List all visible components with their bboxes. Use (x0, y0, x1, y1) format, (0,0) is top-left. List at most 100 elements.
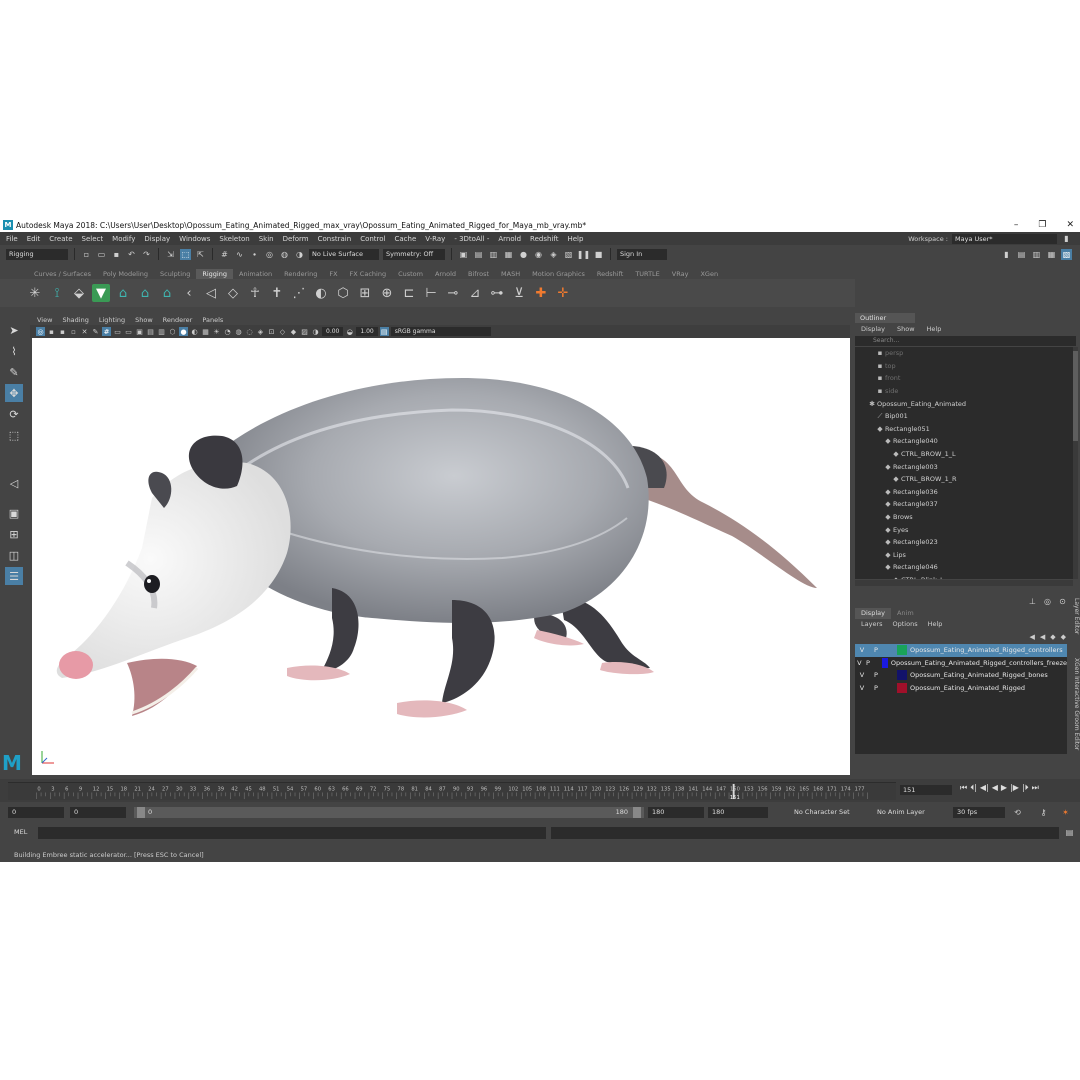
outliner-row[interactable]: ▪ side (855, 385, 1073, 398)
safe-action-icon[interactable]: ▥ (157, 327, 166, 336)
menu-deform[interactable]: Deform (283, 235, 309, 243)
select-object-icon[interactable]: ⬚ (180, 248, 191, 260)
quick-rig-icon[interactable]: ⬙ (70, 284, 88, 302)
layer-color-swatch[interactable] (897, 645, 907, 656)
layer-visibility-toggle[interactable]: V (855, 684, 869, 692)
lock-icon[interactable]: ▮ (1061, 233, 1072, 244)
menu-control[interactable]: Control (360, 235, 385, 243)
menu-constrain[interactable]: Constrain (318, 235, 352, 243)
play-backwards-icon[interactable]: ◀ (992, 783, 998, 793)
menu-arnold[interactable]: Arnold (498, 235, 521, 243)
shelf-tab-mash[interactable]: MASH (495, 269, 526, 279)
open-scene-icon[interactable]: ▭ (96, 249, 107, 260)
resolution-gate-icon[interactable]: ▭ (124, 327, 133, 336)
layer-color-swatch[interactable] (897, 682, 907, 693)
playback-end-field[interactable]: 180 (648, 807, 704, 818)
wireframe-icon[interactable]: ⬡ (168, 327, 177, 336)
snap-view-icon[interactable]: ◎ (264, 249, 275, 260)
ik-handle-icon[interactable]: ⟟ (48, 284, 66, 302)
isolate-select-icon[interactable]: ⊡ (267, 327, 276, 336)
play-forwards-icon[interactable]: ▶ (1001, 783, 1007, 793)
locator-icon[interactable]: ✚ (532, 284, 550, 302)
outliner-search[interactable]: Search... (855, 336, 1076, 346)
parent-constraint-icon[interactable]: ⊏ (400, 284, 418, 302)
animation-start-field[interactable]: 0 (8, 807, 64, 818)
outliner-row[interactable]: ▪ front (855, 372, 1073, 385)
layer-menu-layers[interactable]: Layers (861, 620, 883, 628)
stop-icon[interactable]: ■ (593, 249, 604, 260)
outliner-row[interactable]: ◆ Rectangle037 (855, 498, 1073, 511)
new-scene-icon[interactable]: ▫ (81, 249, 92, 260)
camera-attributes-icon[interactable]: ▪ (47, 327, 56, 336)
image-plane-icon[interactable]: ▫ (69, 327, 78, 336)
step-back-key-icon[interactable]: ⏴| (970, 783, 977, 793)
menu-create[interactable]: Create (49, 235, 72, 243)
shelf-tab-rigging[interactable]: Rigging (196, 269, 233, 279)
locator-offset-icon[interactable]: ✛ (554, 284, 572, 302)
snap-grid-icon[interactable]: # (219, 249, 230, 260)
current-frame-field[interactable]: 151 (900, 785, 952, 795)
shelf-tab-sculpting[interactable]: Sculpting (154, 269, 196, 279)
paint-select-icon[interactable]: ✎ (5, 363, 23, 381)
select-hierarchy-icon[interactable]: ⇲ (165, 249, 176, 260)
go-to-end-icon[interactable]: ⏭ (1032, 783, 1039, 793)
channel-box-icon[interactable]: ▤ (1016, 249, 1027, 260)
fps-dropdown[interactable]: 30 fps (953, 807, 1005, 818)
gate-mask-icon[interactable]: ▣ (135, 327, 144, 336)
aim-constraint-icon[interactable]: ⊶ (488, 284, 506, 302)
bind-skin-icon[interactable]: ⌂ (114, 284, 132, 302)
viewport-menu-lighting[interactable]: Lighting (99, 316, 125, 324)
undo-icon[interactable]: ↶ (126, 249, 137, 260)
outliner-layout-icon[interactable]: ☰ (5, 567, 23, 585)
side-tab-xgen[interactable]: XGen Interactive Groom Editor (1068, 658, 1080, 750)
outliner-toggle-icon[interactable]: ▧ (1061, 248, 1072, 260)
shelf-tab-animation[interactable]: Animation (233, 269, 278, 279)
joint-tool-icon[interactable]: ✳ (26, 284, 44, 302)
outliner-menu-display[interactable]: Display (861, 325, 885, 333)
layer-color-swatch[interactable] (897, 670, 907, 681)
blend-shape-icon[interactable]: ◐ (312, 284, 330, 302)
symmetry-dropdown[interactable]: Symmetry: Off (383, 248, 445, 260)
viewport-menu-panels[interactable]: Panels (202, 316, 223, 324)
rotate-tool-icon[interactable]: ⟳ (5, 405, 23, 423)
gamma-field[interactable]: 1.00 (356, 327, 378, 336)
new-layer-icon[interactable]: ◆ (1050, 633, 1055, 641)
menu-help[interactable]: Help (567, 235, 583, 243)
layer-row[interactable]: V P Opossum_Eating_Animated_Rigged_bones (855, 669, 1067, 682)
two-d-pan-icon[interactable]: ✕ (80, 327, 89, 336)
hypershade-icon[interactable]: ● (518, 249, 529, 260)
menu-redshift[interactable]: Redshift (530, 235, 558, 243)
xray-icon[interactable]: ◇ (278, 327, 287, 336)
last-tool-icon[interactable]: ◁ (5, 474, 23, 492)
viewport-menu-shading[interactable]: Shading (62, 316, 88, 324)
shelf-tab-poly-modeling[interactable]: Poly Modeling (97, 269, 154, 279)
two-view-icon[interactable]: ◫ (5, 546, 23, 564)
shelf-tab-custom[interactable]: Custom (392, 269, 429, 279)
outliner-row[interactable]: ◆ Rectangle046 (855, 561, 1073, 574)
paint-weights-icon[interactable]: ⌂ (158, 284, 176, 302)
float-icon[interactable]: ⊙ (1057, 596, 1068, 607)
move-tool-icon[interactable]: ✥ (5, 384, 23, 402)
pole-vector-icon[interactable]: ⊻ (510, 284, 528, 302)
outliner-row[interactable]: ◆ Rectangle040 (855, 435, 1073, 448)
layer-tab-anim[interactable]: Anim (891, 608, 920, 619)
camera-select-icon[interactable]: ◎ (36, 327, 45, 336)
render-settings-icon[interactable]: ▦ (503, 249, 514, 260)
pause-icon[interactable]: ❚❚ (577, 249, 590, 260)
dock-icon[interactable]: ⊥ (1027, 596, 1038, 607)
film-gate-icon[interactable]: ▭ (113, 327, 122, 336)
menu-cache[interactable]: Cache (395, 235, 417, 243)
t-pose-icon[interactable]: ✝ (268, 284, 286, 302)
outliner-menu-show[interactable]: Show (897, 325, 915, 333)
tool-settings-icon[interactable]: ▦ (1046, 249, 1057, 260)
outliner-row[interactable]: ◆ CTRL_BROW_1_R (855, 473, 1073, 486)
select-component-icon[interactable]: ⇱ (195, 249, 206, 260)
scale-tool-icon[interactable]: ⬚ (5, 426, 23, 444)
layer-menu-help[interactable]: Help (928, 620, 943, 628)
layer-color-swatch[interactable] (881, 657, 888, 668)
shelf-tab-vray[interactable]: VRay (666, 269, 695, 279)
step-forward-key-icon[interactable]: |⏵ (1022, 783, 1029, 793)
outliner-row[interactable]: ◆ Lips (855, 549, 1073, 562)
point-constraint-icon[interactable]: ⊢ (422, 284, 440, 302)
attribute-editor-icon[interactable]: ▥ (1031, 249, 1042, 260)
